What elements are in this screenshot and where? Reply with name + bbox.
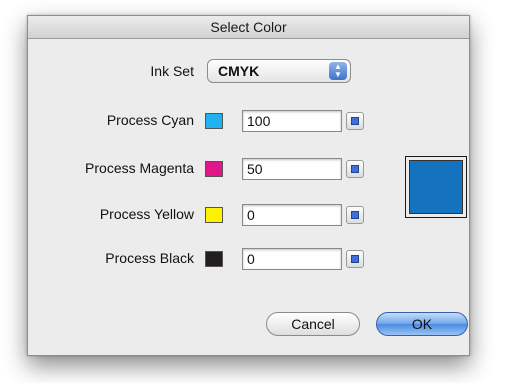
ink-set-value: CMYK (218, 63, 260, 79)
process-magenta-swatch (205, 161, 223, 177)
ink-set-popup[interactable]: CMYK ▲ ▼ (207, 59, 351, 83)
process-yellow-field[interactable]: 0 (242, 204, 342, 226)
color-preview (405, 156, 467, 218)
process-magenta-picker-button[interactable] (346, 160, 364, 178)
process-yellow-picker-button[interactable] (346, 206, 364, 224)
process-magenta-field[interactable]: 50 (242, 158, 342, 180)
dialog-title: Select Color (28, 16, 469, 39)
process-cyan-label: Process Cyan (106, 112, 194, 128)
color-picker-icon (351, 165, 359, 173)
process-yellow-swatch (205, 207, 223, 223)
process-black-label: Process Black (105, 250, 194, 266)
process-black-picker-button[interactable] (346, 250, 364, 268)
color-picker-icon (351, 255, 359, 263)
popup-arrows-icon: ▲ ▼ (329, 62, 347, 80)
process-magenta-label: Process Magenta (85, 160, 194, 176)
process-black-swatch (205, 251, 223, 267)
process-yellow-label: Process Yellow (99, 206, 194, 222)
process-cyan-swatch (205, 113, 223, 129)
cancel-button[interactable]: Cancel (266, 312, 360, 336)
color-preview-swatch (409, 160, 463, 214)
process-cyan-field[interactable]: 100 (242, 110, 342, 132)
color-picker-icon (351, 211, 359, 219)
ok-button[interactable]: OK (376, 312, 468, 336)
ink-set-label: Ink Set (150, 63, 194, 79)
process-cyan-picker-button[interactable] (346, 112, 364, 130)
color-picker-icon (351, 117, 359, 125)
select-color-dialog: Select Color Ink Set CMYK ▲ ▼ Process Cya… (27, 15, 470, 356)
process-black-field[interactable]: 0 (242, 248, 342, 270)
